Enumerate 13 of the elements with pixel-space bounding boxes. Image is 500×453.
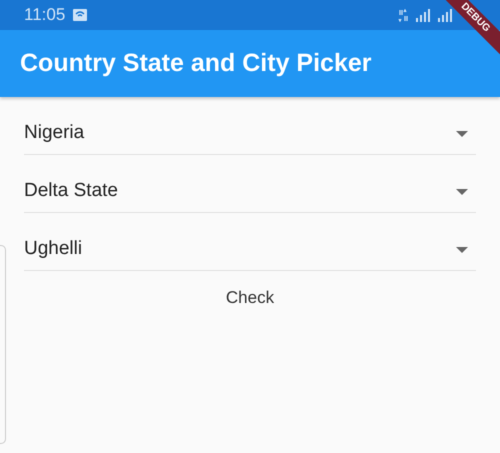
signal-icon (416, 8, 430, 22)
dropdown-arrow-icon (456, 246, 468, 252)
dropdown[interactable]: Ughelli (24, 213, 476, 271)
wifi-icon (73, 9, 88, 21)
dropdown[interactable]: Delta State (24, 155, 476, 213)
data-arrows-icon (398, 8, 408, 22)
dropdown-arrow-icon (456, 188, 468, 194)
signal-icon (438, 8, 452, 22)
check-button[interactable]: Check (216, 279, 284, 316)
app-title: Country State and City Picker (20, 48, 372, 79)
status-time: 11:05 (24, 4, 66, 26)
dropdown[interactable]: Nigeria (24, 97, 476, 155)
dropdown-arrow-icon (456, 130, 468, 136)
